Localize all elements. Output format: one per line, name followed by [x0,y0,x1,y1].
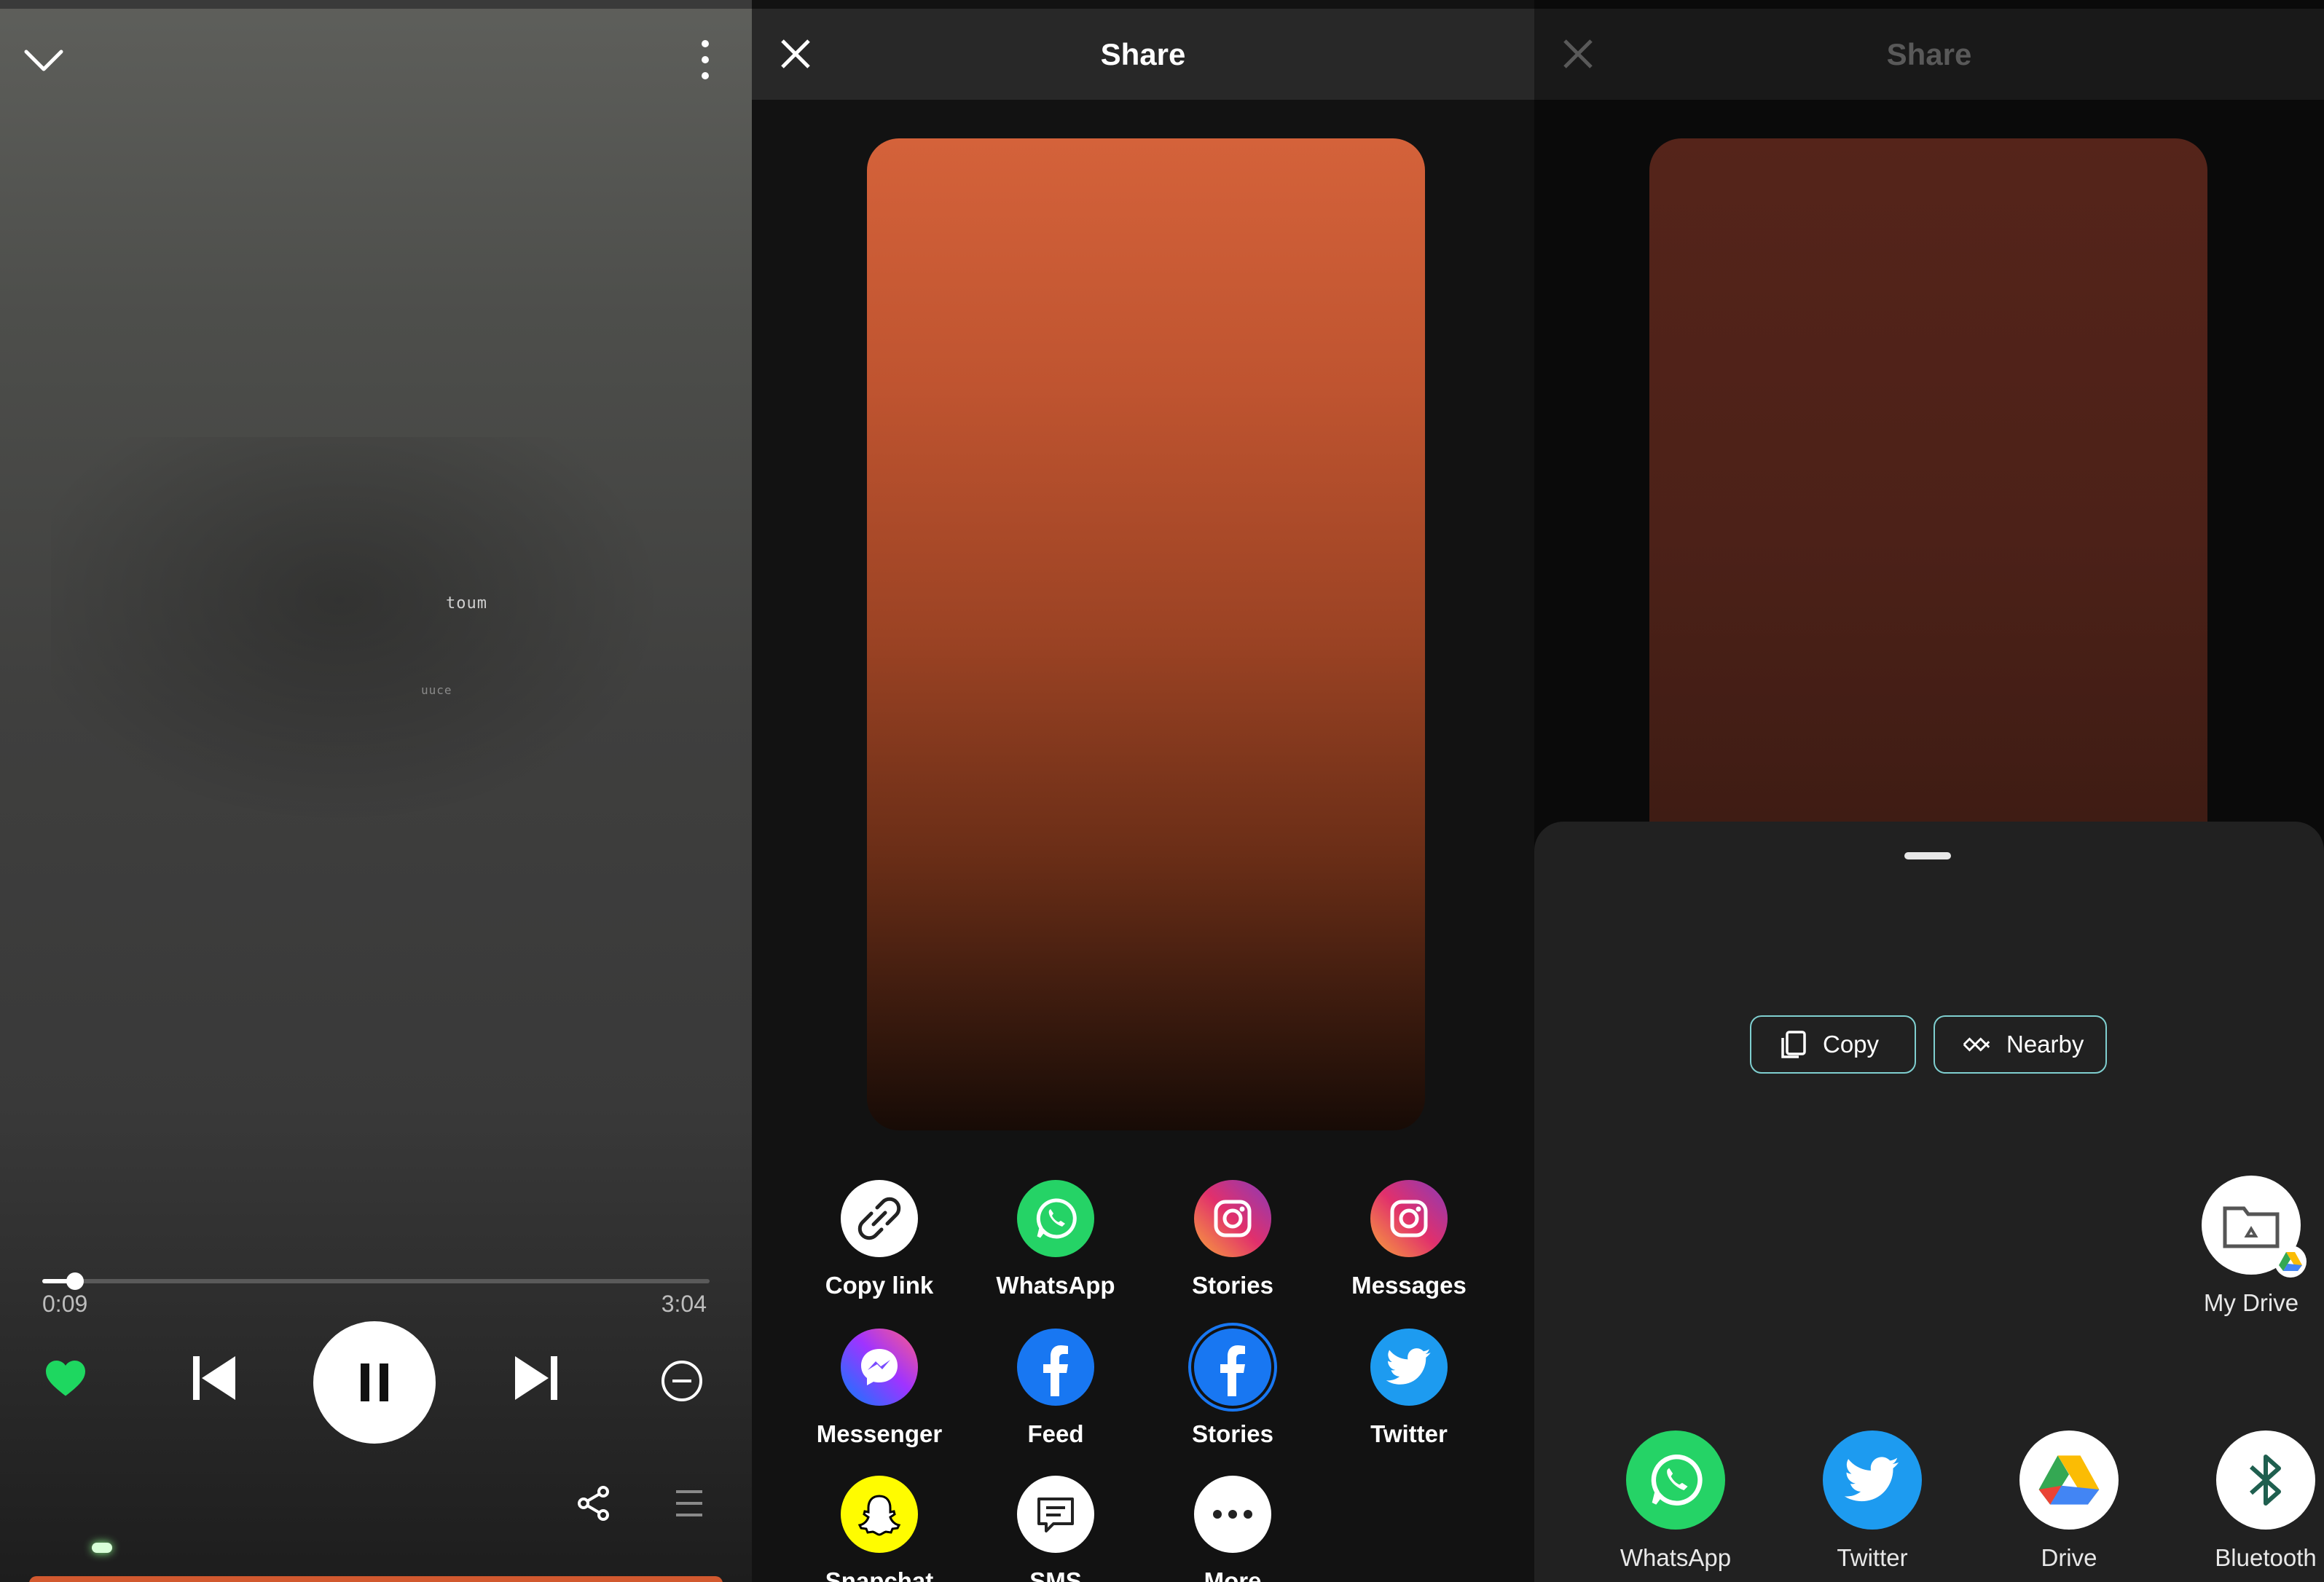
share-header: Share [752,9,1534,100]
share-sms[interactable]: SMS [968,1476,1143,1582]
direct-share-my-drive[interactable]: My Drive [2178,1176,2324,1317]
app-label: My Drive [2203,1289,2299,1316]
track-duration: 3:04 [661,1291,707,1317]
messenger-icon [841,1329,918,1406]
share-icon [578,1486,609,1521]
lyrics-card-edge[interactable] [29,1576,723,1582]
share-preview-card [867,138,1425,1130]
next-button[interactable] [510,1353,562,1403]
bluetooth-icon [2216,1431,2315,1530]
page-title: Share [1886,36,1972,71]
share-button[interactable] [576,1484,612,1522]
twitter-icon [1370,1329,1448,1406]
share-label: Stories [1192,1420,1273,1447]
share-label: Stories [1192,1272,1273,1299]
collapse-button[interactable] [20,44,67,79]
seek-handle[interactable] [66,1272,84,1290]
share-header: Share [1534,9,2324,100]
app-label: WhatsApp [1620,1544,1732,1571]
queue-button[interactable] [673,1486,705,1521]
minus-circle-icon [662,1361,702,1401]
app-label: Drive [2041,1544,2097,1571]
more-options-button[interactable] [685,38,726,82]
app-drive[interactable]: Drive [1996,1431,2142,1572]
app-bluetooth[interactable]: Bluetooth [2193,1431,2324,1572]
share-label: Twitter [1370,1420,1448,1447]
facebook-icon [1017,1329,1094,1406]
app-twitter[interactable]: Twitter [1799,1431,1945,1572]
system-share-screen: Share Copy Nearby My Drive WhatsApp Twit… [1534,0,2324,1582]
nearby-icon [1961,1029,1992,1060]
chevron-down-icon [24,50,63,71]
instagram-icon [1194,1180,1271,1257]
close-button[interactable] [1562,38,1594,70]
app-whatsapp[interactable]: WhatsApp [1603,1431,1748,1572]
share-screen: Share Copy link WhatsApp Stories Message… [752,0,1534,1582]
copy-icon [1778,1029,1808,1060]
pause-button[interactable] [313,1321,436,1444]
share-label: WhatsApp [996,1272,1115,1299]
share-copy-link[interactable]: Copy link [792,1180,967,1299]
close-button[interactable] [780,38,812,70]
share-label: More [1204,1567,1262,1582]
chip-label: Nearby [2006,1031,2084,1058]
heart-icon [46,1360,85,1396]
elapsed-time: 0:09 [42,1291,88,1317]
share-label: Snapchat [825,1567,934,1582]
album-art [51,437,692,845]
status-strip [0,0,752,9]
hide-song-button[interactable] [659,1358,705,1404]
share-label: Feed [1027,1420,1084,1447]
more-icon [1194,1476,1271,1553]
share-facebook-feed[interactable]: Feed [968,1329,1143,1448]
twitter-icon [1823,1431,1922,1530]
share-facebook-stories[interactable]: Stories [1145,1329,1320,1448]
page-title: Share [1100,36,1186,71]
queue-icon [676,1490,702,1516]
share-twitter[interactable]: Twitter [1322,1329,1496,1448]
device-indicator [92,1543,112,1553]
drag-handle[interactable] [1904,852,1951,859]
pause-icon [361,1363,388,1401]
share-label: Messenger [816,1420,943,1447]
share-whatsapp[interactable]: WhatsApp [968,1180,1143,1299]
app-label: Bluetooth [2215,1544,2317,1571]
skip-previous-icon [193,1356,235,1400]
like-button[interactable] [41,1355,90,1401]
close-icon [781,39,810,68]
seek-bar[interactable] [42,1272,710,1290]
now-playing-screen: toum uuce 0:09 3:04 [0,0,752,1582]
snapchat-icon [841,1476,918,1553]
share-messenger[interactable]: Messenger [792,1329,967,1448]
share-sheet: Copy Nearby My Drive WhatsApp Twitter Dr… [1534,822,2324,1582]
drive-folder-icon [2202,1176,2307,1278]
drive-icon [2019,1431,2119,1530]
facebook-stories-icon [1194,1329,1271,1406]
previous-button[interactable] [188,1353,240,1403]
sms-icon [1017,1476,1094,1553]
share-label: SMS [1029,1567,1082,1582]
app-label: Twitter [1837,1544,1908,1571]
close-icon [1563,39,1593,68]
share-snapchat[interactable]: Snapchat [792,1476,967,1582]
album-art-text: toum [446,594,487,613]
album-art-text: uuce [421,683,452,697]
chip-label: Copy [1823,1031,1880,1058]
share-label: Messages [1351,1272,1467,1299]
instagram-icon [1370,1180,1448,1257]
skip-next-icon [515,1356,557,1400]
nearby-chip[interactable]: Nearby [1934,1015,2107,1074]
copy-chip[interactable]: Copy [1750,1015,1916,1074]
kebab-menu-icon [702,40,709,79]
share-instagram-messages[interactable]: Messages [1322,1180,1496,1299]
share-more[interactable]: More [1145,1476,1320,1582]
share-label: Copy link [825,1272,934,1299]
drive-badge-icon [2274,1245,2307,1278]
whatsapp-icon [1017,1180,1094,1257]
whatsapp-icon [1626,1431,1725,1530]
link-icon [841,1180,918,1257]
share-instagram-stories[interactable]: Stories [1145,1180,1320,1299]
